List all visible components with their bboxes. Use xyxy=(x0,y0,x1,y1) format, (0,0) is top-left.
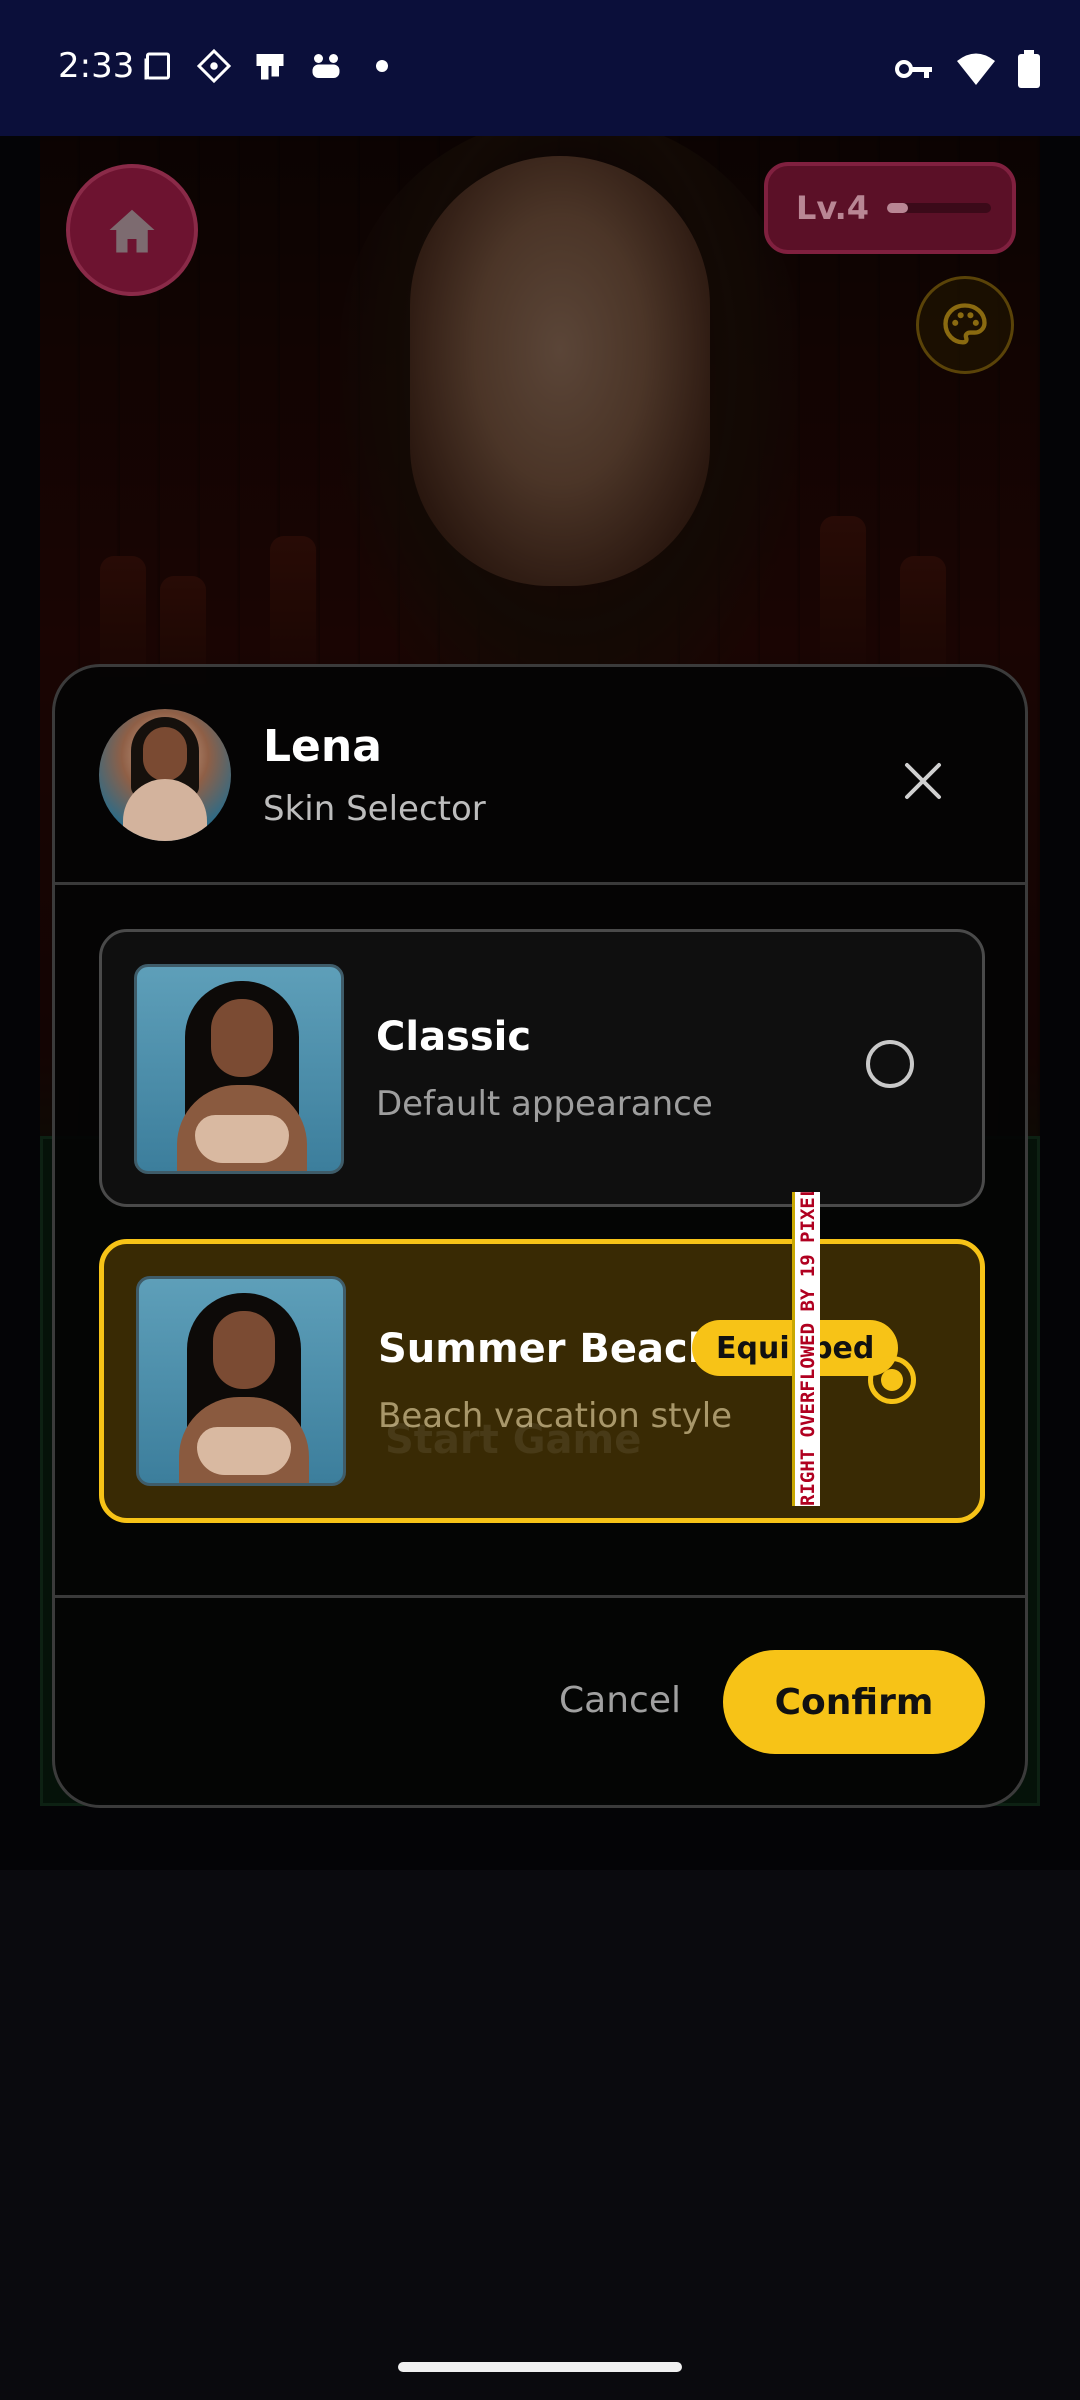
overflow-warning-stripe: RIGHT OVERFLOWED BY 19 PIXELS xyxy=(792,1192,820,1506)
system-icons xyxy=(894,50,1040,88)
thumbnail-face xyxy=(211,999,273,1077)
skin-radio-unselected[interactable] xyxy=(866,1040,914,1088)
start-game-hint: Start Game xyxy=(385,1417,642,1463)
thumbnail-face xyxy=(213,1311,275,1389)
overflow-warning-text: RIGHT OVERFLOWED BY 19 PIXELS xyxy=(796,1192,819,1506)
gesture-home-indicator[interactable] xyxy=(398,2362,682,2372)
cancel-button[interactable]: Cancel xyxy=(525,1650,715,1750)
wifi-icon xyxy=(957,53,995,85)
skin-title: Summer Beach xyxy=(378,1326,717,1372)
avatar-face xyxy=(143,727,187,781)
close-button[interactable] xyxy=(893,751,953,811)
close-icon xyxy=(905,763,941,799)
screen-icon xyxy=(144,52,170,80)
skin-option-classic[interactable]: Classic Default appearance xyxy=(99,929,985,1207)
skin-palette-button[interactable] xyxy=(916,276,1014,374)
battery-icon xyxy=(1018,50,1040,88)
vpn-key-icon xyxy=(895,60,932,78)
level-progress-fill xyxy=(887,203,908,213)
character-name: Lena xyxy=(263,721,382,772)
dialog-subtitle: Skin Selector xyxy=(263,789,486,829)
status-bar: 2:33 xyxy=(0,0,1080,136)
thumbnail-outfit xyxy=(197,1427,291,1475)
status-time: 2:33 xyxy=(58,46,135,86)
level-progress-bar xyxy=(887,203,992,213)
level-label: Lv.4 xyxy=(796,189,870,227)
skin-radio-selected[interactable] xyxy=(868,1356,916,1404)
cloud-print-icon xyxy=(256,54,284,80)
skin-description: Default appearance xyxy=(376,1084,713,1124)
skin-selector-dialog: Lena Skin Selector Classic Default appea… xyxy=(52,664,1028,1808)
notification-icons xyxy=(140,48,400,84)
controller-icon xyxy=(312,54,340,78)
skin-thumbnail xyxy=(134,964,344,1174)
skin-thumbnail xyxy=(136,1276,346,1486)
skin-title: Classic xyxy=(376,1014,532,1060)
skin-option-summer-beach[interactable]: Summer Beach Equipped Beach vacation sty… xyxy=(99,1192,985,1523)
palette-icon xyxy=(943,303,987,345)
confirm-button[interactable]: Confirm xyxy=(723,1650,985,1754)
home-icon xyxy=(109,209,155,253)
level-indicator[interactable]: Lv.4 xyxy=(764,162,1016,254)
diamond-icon xyxy=(196,48,232,84)
dot-icon xyxy=(376,60,388,72)
thumbnail-outfit xyxy=(195,1115,289,1163)
dialog-header: Lena Skin Selector xyxy=(55,667,1025,885)
home-button[interactable] xyxy=(66,164,198,296)
dialog-footer: Cancel Confirm xyxy=(55,1595,1025,1805)
character-avatar xyxy=(99,709,231,841)
